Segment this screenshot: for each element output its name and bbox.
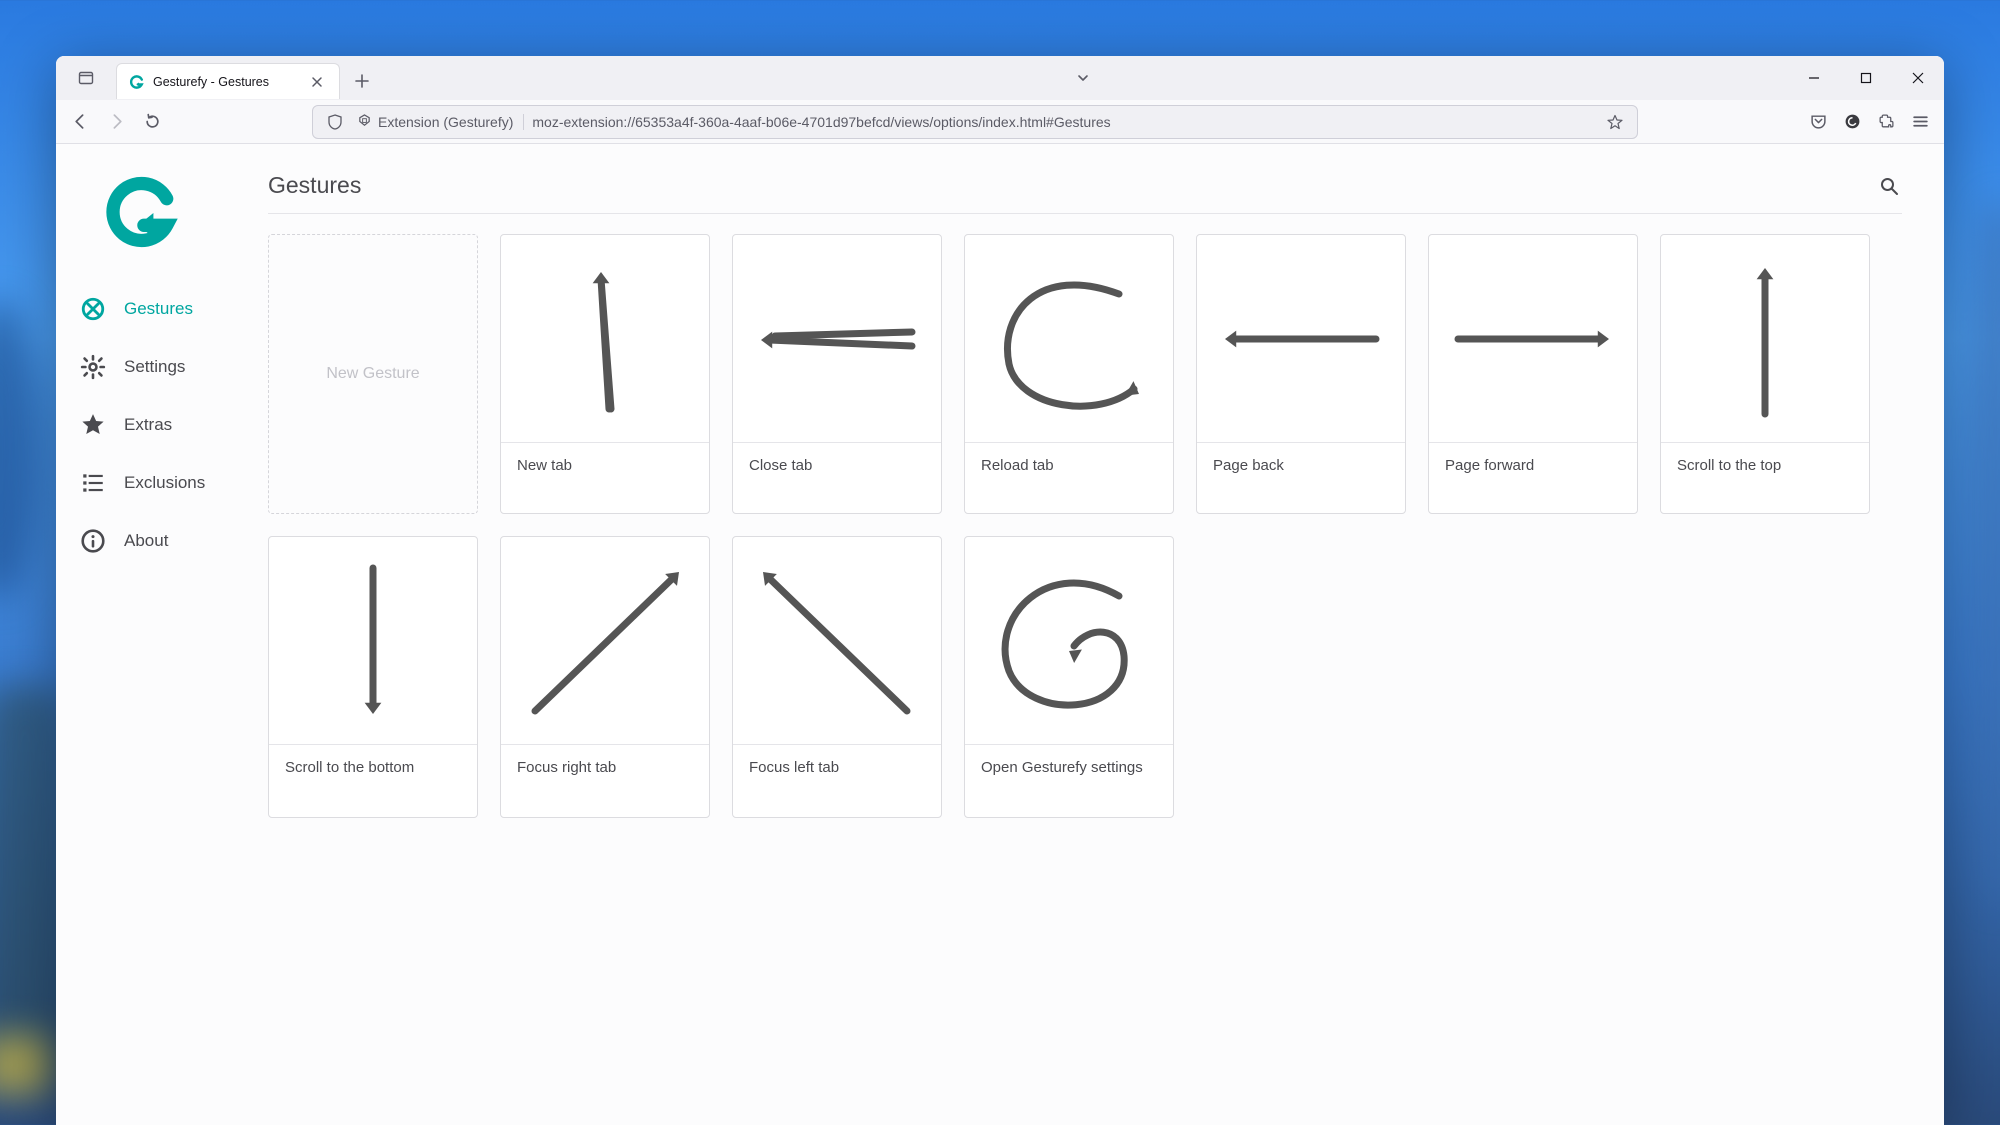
gesture-thumbnail [733, 235, 941, 443]
gesturefy-favicon-icon [129, 74, 145, 90]
gesture-label: Open Gesturefy settings [965, 745, 1173, 817]
browser-tab-strip: Gesturefy - Gestures [56, 56, 1944, 100]
sidebar-nav: Gestures Settings Extras Exclusions About [56, 280, 268, 570]
main-header: Gestures [268, 172, 1902, 214]
gesture-card[interactable]: Scroll to the bottom [268, 536, 478, 818]
bookmark-star-icon[interactable] [1601, 108, 1629, 136]
url-bar[interactable]: Extension (Gesturefy) moz-extension://65… [312, 105, 1638, 139]
sidebar-item-exclusions[interactable]: Exclusions [56, 454, 268, 512]
browser-tab[interactable]: Gesturefy - Gestures [116, 63, 340, 99]
sidebar-item-gestures[interactable]: Gestures [56, 280, 268, 338]
sidebar-item-label: Extras [124, 415, 172, 435]
gesture-card[interactable]: Close tab [732, 234, 942, 514]
wallpaper-blob [0, 300, 40, 600]
sidebar-item-label: Settings [124, 357, 185, 377]
gesture-thumbnail [1429, 235, 1637, 443]
app-menu-button[interactable] [1904, 106, 1936, 138]
search-gestures-button[interactable] [1876, 173, 1902, 199]
site-identity-label: Extension (Gesturefy) [378, 114, 513, 130]
new-gesture-label: New Gesture [326, 365, 419, 383]
exclusions-icon [80, 470, 106, 496]
gesture-card[interactable]: New tab [500, 234, 710, 514]
gestures-grid: New Gesture New tab Close tab Reload tab Pag… [268, 234, 1902, 818]
sidebar-item-settings[interactable]: Settings [56, 338, 268, 396]
gesture-label: Scroll to the bottom [269, 745, 477, 817]
wallpaper-blob [1970, 200, 2000, 900]
options-sidebar: Gestures Settings Extras Exclusions About [56, 144, 268, 1125]
tab-title: Gesturefy - Gestures [153, 75, 299, 89]
reload-button[interactable] [136, 106, 168, 138]
gesture-label: Focus right tab [501, 745, 709, 817]
new-tab-button[interactable] [346, 65, 378, 97]
url-text: moz-extension://65353a4f-360a-4aaf-b06e-… [532, 114, 1110, 130]
browser-toolbar: Extension (Gesturefy) moz-extension://65… [56, 100, 1944, 144]
about-icon [80, 528, 106, 554]
main-panel: Gestures New Gesture New tab Close tab Relo… [268, 144, 1944, 1125]
gesture-label: Reload tab [965, 443, 1173, 497]
gesture-thumbnail [733, 537, 941, 745]
gesture-label: Page back [1197, 443, 1405, 497]
gesture-thumbnail [965, 235, 1173, 443]
gesture-thumbnail [1197, 235, 1405, 443]
gesture-thumbnail [501, 537, 709, 745]
gesture-label: New tab [501, 443, 709, 497]
gesture-thumbnail [965, 537, 1173, 745]
wallpaper-blob [0, 1035, 50, 1095]
gesture-card[interactable]: Open Gesturefy settings [964, 536, 1174, 818]
new-gesture-card[interactable]: New Gesture [268, 234, 478, 514]
gestures-icon [80, 296, 106, 322]
sidebar-item-label: About [124, 531, 168, 551]
gesture-thumbnail [1661, 235, 1869, 443]
gesture-label: Focus left tab [733, 745, 941, 817]
page-title: Gestures [268, 172, 361, 199]
gesturefy-logo-icon [104, 174, 180, 250]
maximize-button[interactable] [1840, 56, 1892, 100]
save-to-pocket-button[interactable] [1802, 106, 1834, 138]
tracking-protection-icon[interactable] [321, 108, 349, 136]
nav-back-button[interactable] [64, 106, 96, 138]
list-all-tabs-button[interactable] [1067, 62, 1099, 94]
sidebar-item-label: Exclusions [124, 473, 205, 493]
window-controls [1788, 56, 1944, 100]
gesture-label: Scroll to the top [1661, 443, 1869, 497]
gesture-card[interactable]: Scroll to the top [1660, 234, 1870, 514]
gesture-thumbnail [501, 235, 709, 443]
firefox-spaces-button[interactable] [56, 56, 116, 100]
gesture-card[interactable]: Focus right tab [500, 536, 710, 818]
browser-window: Gesturefy - Gestures [56, 56, 1944, 1125]
site-identity[interactable]: Extension (Gesturefy) [357, 114, 524, 130]
minimize-button[interactable] [1788, 56, 1840, 100]
gesture-card[interactable]: Focus left tab [732, 536, 942, 818]
gesture-thumbnail [269, 537, 477, 745]
gesture-card[interactable]: Page back [1196, 234, 1406, 514]
sidebar-item-about[interactable]: About [56, 512, 268, 570]
tab-close-button[interactable] [307, 72, 327, 92]
gesture-card[interactable]: Reload tab [964, 234, 1174, 514]
nav-forward-button[interactable] [100, 106, 132, 138]
extensions-button[interactable] [1870, 106, 1902, 138]
gesture-label: Page forward [1429, 443, 1637, 497]
settings-icon [80, 354, 106, 380]
gesture-card[interactable]: Page forward [1428, 234, 1638, 514]
close-window-button[interactable] [1892, 56, 1944, 100]
sidebar-item-label: Gestures [124, 299, 193, 319]
sidebar-item-extras[interactable]: Extras [56, 396, 268, 454]
gesture-label: Close tab [733, 443, 941, 497]
extras-icon [80, 412, 106, 438]
extension-pinned-icon[interactable] [1836, 106, 1868, 138]
page-content: Gestures Settings Extras Exclusions About Ge… [56, 144, 1944, 1125]
